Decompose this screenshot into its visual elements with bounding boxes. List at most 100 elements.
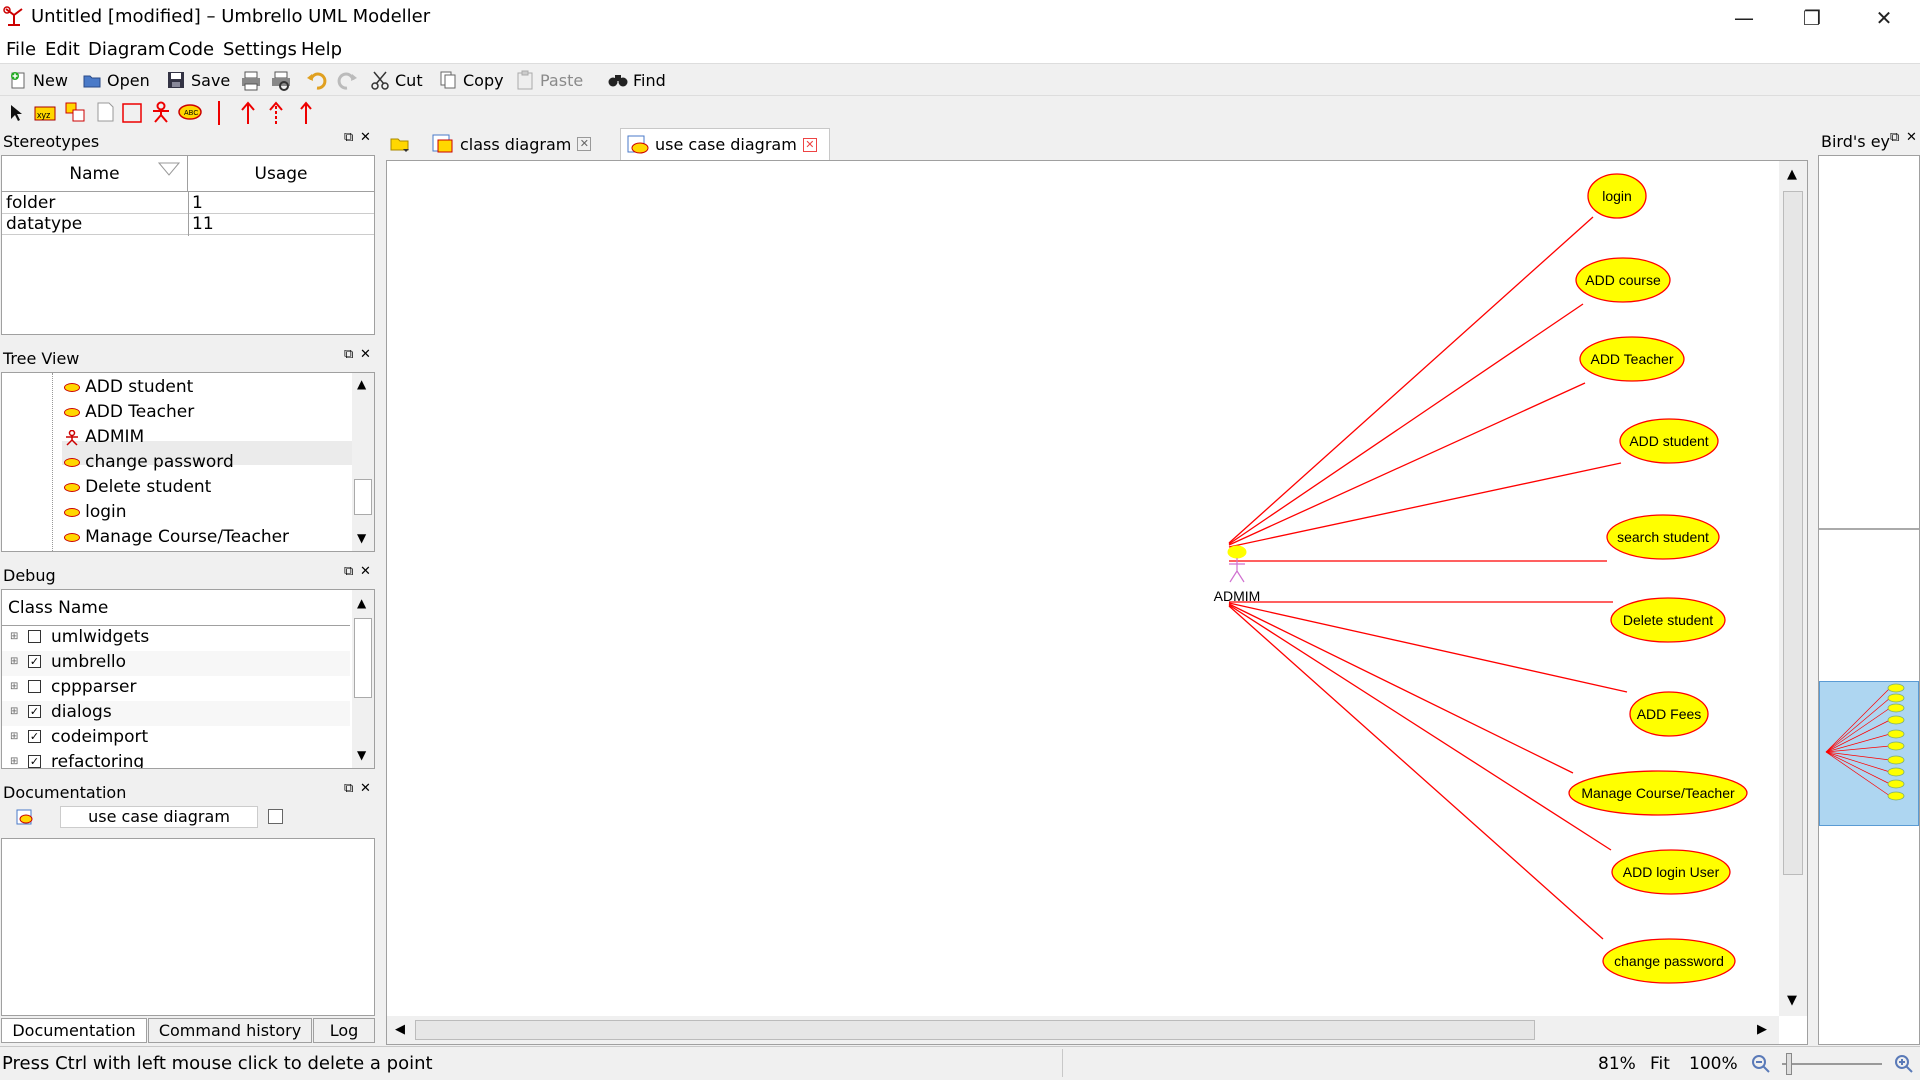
- doc-checkbox[interactable]: [268, 809, 283, 824]
- tree-item[interactable]: ADMIM: [64, 427, 144, 447]
- expand-icon[interactable]: ⊞: [10, 656, 18, 667]
- select-arrow-icon[interactable]: [8, 103, 26, 123]
- use-case-diagram[interactable]: login ADD course ADD Teacher ADD student sea…: [387, 161, 1779, 1016]
- expand-icon[interactable]: ⊞: [10, 731, 18, 742]
- debug-scrollbar[interactable]: ▲ ▼: [352, 590, 374, 768]
- use-case-manage-course-teacher[interactable]: Manage Course/Teacher: [1568, 770, 1748, 816]
- diagram-name-field[interactable]: use case diagram: [60, 806, 258, 828]
- diagram-canvas[interactable]: login ADD course ADD Teacher ADD student sea…: [386, 160, 1808, 1045]
- paste-button[interactable]: Paste: [515, 68, 583, 92]
- scroll-left-icon[interactable]: ◀: [395, 1022, 405, 1037]
- birds-eye-viewport[interactable]: [1819, 681, 1919, 826]
- menu-settings[interactable]: Settings: [223, 39, 297, 60]
- tree-item[interactable]: Delete student: [64, 477, 211, 497]
- generalization-arrow-icon[interactable]: [240, 101, 256, 125]
- close-button[interactable]: ✕: [1856, 2, 1912, 34]
- zoom-out-icon[interactable]: [1751, 1054, 1771, 1074]
- scroll-thumb[interactable]: [354, 618, 372, 698]
- association-line[interactable]: [1228, 303, 1584, 545]
- use-case-add-course[interactable]: ADD course: [1575, 257, 1671, 303]
- box-icon[interactable]: [64, 101, 86, 123]
- dependency-arrow-icon[interactable]: [268, 101, 284, 125]
- canvas-vscrollbar[interactable]: ▲ ▼: [1779, 161, 1807, 1016]
- tree-item[interactable]: ADD Teacher: [64, 402, 194, 422]
- actor-tool-icon[interactable]: [150, 101, 172, 123]
- expand-icon[interactable]: ⊞: [10, 756, 18, 767]
- save-button[interactable]: Save: [166, 68, 230, 92]
- scroll-thumb[interactable]: [1783, 191, 1803, 875]
- open-button[interactable]: Open: [82, 68, 150, 92]
- print-icon[interactable]: [240, 70, 262, 92]
- checkbox[interactable]: [28, 630, 41, 643]
- tree-scrollbar[interactable]: ▲ ▼: [352, 373, 374, 551]
- close-tab-icon[interactable]: ✕: [802, 137, 817, 152]
- close-icon[interactable]: ✕: [360, 781, 371, 796]
- association-line[interactable]: [1228, 603, 1574, 774]
- association-line[interactable]: [1228, 216, 1594, 544]
- menu-diagram[interactable]: Diagram: [88, 39, 165, 60]
- restore-button[interactable]: ❐: [1784, 2, 1840, 34]
- copy-button[interactable]: Copy: [438, 68, 504, 92]
- scroll-thumb[interactable]: [354, 479, 372, 515]
- menu-edit[interactable]: Edit: [45, 39, 80, 60]
- association-line[interactable]: [1228, 602, 1628, 693]
- zoom-in-icon[interactable]: [1894, 1054, 1914, 1074]
- redo-icon[interactable]: [336, 70, 358, 92]
- tree-item[interactable]: Manage Course/Teacher: [64, 527, 289, 547]
- tab-documentation[interactable]: Documentation: [1, 1018, 147, 1043]
- fit-button[interactable]: Fit: [1650, 1054, 1670, 1074]
- menu-code[interactable]: Code: [168, 39, 214, 60]
- use-case-add-login-user[interactable]: ADD login User: [1611, 849, 1731, 895]
- new-tab-icon[interactable]: [389, 133, 413, 155]
- tab-class-diagram[interactable]: class diagram ✕: [426, 128, 606, 160]
- minimize-button[interactable]: —: [1716, 2, 1772, 34]
- undo-icon[interactable]: [306, 70, 328, 92]
- close-icon[interactable]: ✕: [360, 347, 371, 362]
- checkbox[interactable]: [28, 680, 41, 693]
- column-header-usage[interactable]: Usage: [188, 156, 374, 192]
- find-button[interactable]: Find: [608, 68, 666, 92]
- menu-help[interactable]: Help: [301, 39, 342, 60]
- association-line[interactable]: [1228, 605, 1604, 940]
- checkbox-checked[interactable]: ✓: [28, 730, 41, 743]
- association-line[interactable]: [1228, 604, 1612, 851]
- use-case-delete-student[interactable]: Delete student: [1610, 597, 1726, 643]
- checkbox-checked[interactable]: ✓: [28, 705, 41, 718]
- directed-association-icon[interactable]: [298, 101, 314, 125]
- use-case-add-student[interactable]: ADD student: [1619, 418, 1719, 464]
- canvas-hscrollbar[interactable]: ◀ ▶: [387, 1016, 1779, 1044]
- tree-item[interactable]: login: [64, 502, 127, 522]
- close-icon[interactable]: ✕: [1906, 130, 1917, 145]
- scroll-down-icon[interactable]: ▼: [357, 748, 366, 762]
- scroll-up-icon[interactable]: ▲: [357, 596, 366, 610]
- birds-eye-view[interactable]: [1818, 155, 1920, 1045]
- new-button[interactable]: New: [8, 68, 68, 92]
- checkbox-checked[interactable]: ✓: [28, 655, 41, 668]
- scroll-up-icon[interactable]: ▲: [357, 377, 366, 391]
- association-line[interactable]: [1228, 382, 1586, 546]
- scroll-down-icon[interactable]: ▼: [1787, 993, 1797, 1008]
- scroll-right-icon[interactable]: ▶: [1757, 1022, 1767, 1037]
- use-case-search-student[interactable]: search student: [1606, 514, 1720, 560]
- column-header-class-name[interactable]: Class Name: [2, 590, 350, 626]
- note-icon[interactable]: [94, 101, 116, 123]
- text-xyz-icon[interactable]: xyz: [34, 103, 56, 123]
- close-icon[interactable]: ✕: [360, 564, 371, 579]
- close-icon[interactable]: ✕: [360, 130, 371, 145]
- close-tab-icon[interactable]: ✕: [577, 137, 592, 151]
- float-icon[interactable]: ⧉: [344, 564, 353, 579]
- float-icon[interactable]: ⧉: [344, 130, 353, 145]
- menu-file[interactable]: File: [6, 39, 36, 60]
- actor-admim[interactable]: ADMIM: [1214, 545, 1261, 604]
- rectangle-icon[interactable]: [122, 103, 142, 123]
- tree-item[interactable]: change password: [64, 452, 234, 472]
- usecase-tool-icon[interactable]: ABC: [178, 103, 202, 121]
- scroll-up-icon[interactable]: ▲: [1787, 167, 1797, 182]
- expand-icon[interactable]: ⊞: [10, 631, 18, 642]
- cut-button[interactable]: Cut: [370, 68, 423, 92]
- documentation-textarea[interactable]: [1, 838, 375, 1016]
- checkbox-checked[interactable]: ✓: [28, 755, 41, 768]
- use-case-add-teacher[interactable]: ADD Teacher: [1579, 336, 1685, 382]
- zoom-slider-handle[interactable]: [1786, 1053, 1792, 1075]
- scroll-down-icon[interactable]: ▼: [357, 531, 366, 545]
